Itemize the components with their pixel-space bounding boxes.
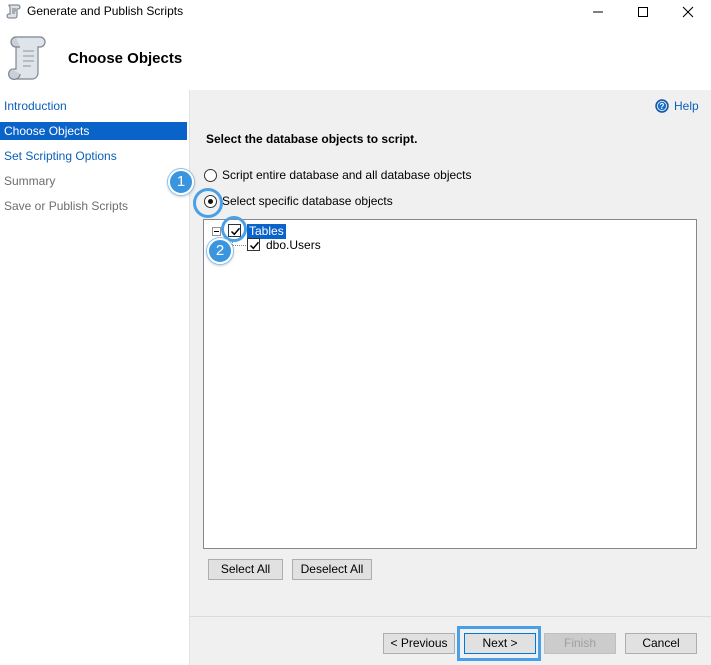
maximize-button[interactable] xyxy=(620,0,666,24)
radio-button[interactable] xyxy=(204,169,217,182)
title-bar: Generate and Publish Scripts xyxy=(0,0,711,24)
cancel-button[interactable]: Cancel xyxy=(625,633,697,654)
instruction-text: Select the database objects to script. xyxy=(206,132,418,146)
tree-connector xyxy=(232,245,246,246)
object-tree[interactable]: Tables dbo.Users xyxy=(203,219,697,549)
help-label: Help xyxy=(674,99,699,113)
script-scroll-icon xyxy=(8,34,48,85)
nav-item-summary: Summary xyxy=(4,174,56,188)
window-title: Generate and Publish Scripts xyxy=(27,4,184,18)
highlight-ring-radio xyxy=(193,188,223,218)
svg-text:?: ? xyxy=(660,102,665,111)
page-heading: Choose Objects xyxy=(68,50,183,67)
tree-node-tables[interactable]: Tables xyxy=(247,224,286,239)
previous-button[interactable]: < Previous xyxy=(383,633,455,654)
close-button[interactable] xyxy=(665,0,711,24)
deselect-all-button[interactable]: Deselect All xyxy=(292,559,372,580)
select-all-button[interactable]: Select All xyxy=(208,559,283,580)
callout-step-1: 1 xyxy=(168,169,194,195)
nav-item-introduction[interactable]: Introduction xyxy=(0,97,187,115)
users-checkbox[interactable] xyxy=(247,238,260,251)
help-icon: ? xyxy=(655,99,669,116)
wizard-header: Choose Objects xyxy=(0,24,711,90)
wizard-steps-nav: Introduction Choose Objects Set Scriptin… xyxy=(0,90,189,665)
script-scroll-icon xyxy=(6,3,22,22)
collapse-toggle-icon[interactable] xyxy=(212,227,221,236)
content-panel: ? Help Select the database objects to sc… xyxy=(190,90,711,616)
nav-item-choose-objects[interactable]: Choose Objects xyxy=(0,122,187,140)
nav-item-set-scripting-options[interactable]: Set Scripting Options xyxy=(0,147,187,165)
radio-label: Script entire database and all database … xyxy=(222,168,472,182)
tree-node-dbo-users[interactable]: dbo.Users xyxy=(266,238,321,252)
callout-step-2: 2 xyxy=(207,238,233,264)
finish-button: Finish xyxy=(544,633,616,654)
highlight-box-next xyxy=(457,626,541,661)
maximize-icon xyxy=(638,7,648,17)
nav-item-save-or-publish: Save or Publish Scripts xyxy=(4,199,129,213)
checkmark-icon xyxy=(249,241,260,250)
minimize-button[interactable] xyxy=(575,0,621,24)
close-icon xyxy=(682,6,694,18)
wizard-footer: < Previous Next > Finish Cancel xyxy=(190,616,711,665)
radio-label: Select specific database objects xyxy=(222,194,393,208)
minimize-icon xyxy=(593,11,603,13)
